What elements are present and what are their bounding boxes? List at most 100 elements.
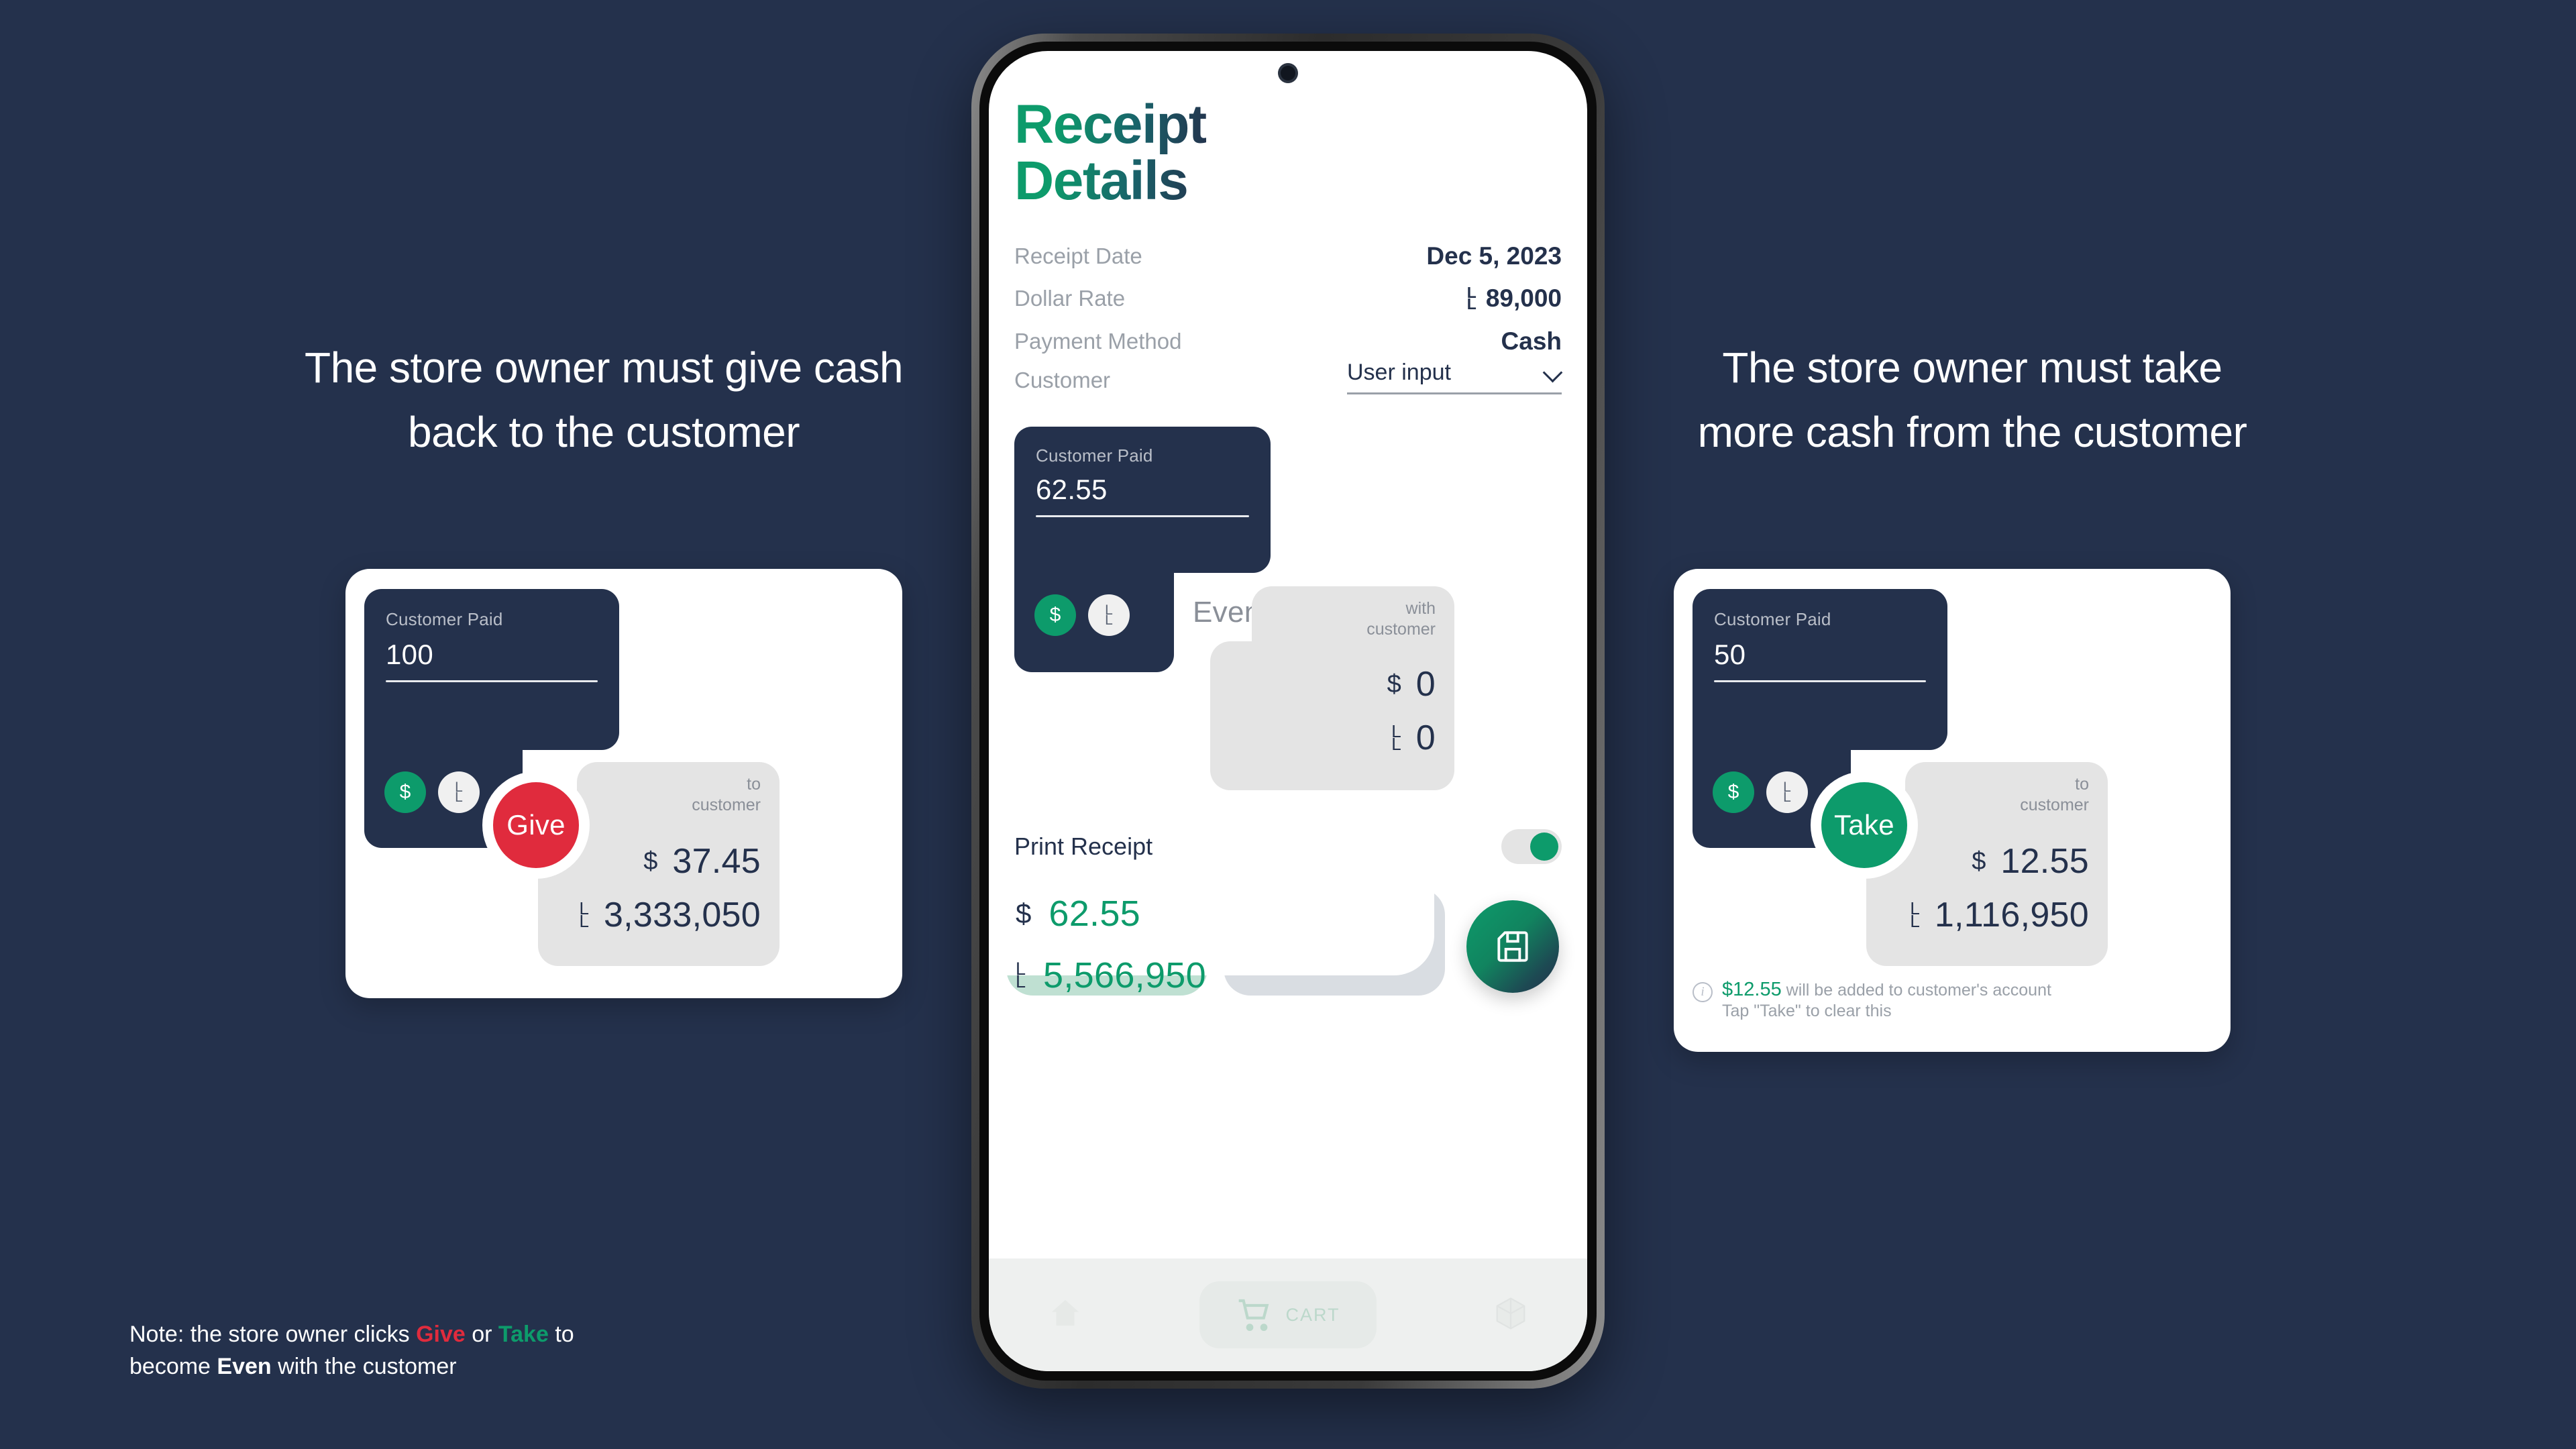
phone-chip-dollar[interactable]: $ <box>1034 594 1076 636</box>
left-amount-lira: 3,333,050 <box>603 896 761 934</box>
take-button[interactable]: Take <box>1821 782 1907 868</box>
lira-icon: LL <box>455 779 463 805</box>
phone-paid-underline <box>1036 515 1249 517</box>
payment-method-label: Payment Method <box>1014 329 1182 354</box>
phone-customer-paid-label: Customer Paid <box>1036 445 1153 466</box>
right-customer-paid-label: Customer Paid <box>1714 609 1831 629</box>
total-row-usd: $ 62.55 <box>1016 893 1140 934</box>
left-chip-dollar[interactable]: $ <box>384 771 426 813</box>
dollar-rate-value-wrap: LL 89,000 <box>1467 284 1562 313</box>
nav-home-icon[interactable] <box>1047 1295 1083 1335</box>
right-customer-paid-block: Customer Paid 50 <box>1693 589 1947 750</box>
phone-amount-panel-lower: $ 0 LL 0 <box>1210 641 1454 790</box>
detail-row-dollar-rate: Dollar Rate LL 89,000 <box>1014 284 1562 313</box>
total-usd: 62.55 <box>1049 894 1140 934</box>
right-amount-lira: 1,116,950 <box>1934 896 2089 934</box>
right-info-note: i $12.55 will be added to customer's acc… <box>1693 979 2217 1022</box>
right-customer-paid-value[interactable]: 50 <box>1714 639 1746 671</box>
customer-label: Customer <box>1014 368 1111 392</box>
note-give-word: Give <box>416 1322 466 1347</box>
phone-amount-row-lira: LL 0 <box>1391 718 1436 758</box>
dollar-icon: $ <box>1727 781 1739 803</box>
dollar-rate-label: Dollar Rate <box>1014 286 1126 311</box>
dollar-icon: $ <box>1049 604 1061 626</box>
chevron-down-icon <box>1544 364 1562 382</box>
detail-row-receipt-date: Receipt Date Dec 5, 2023 <box>1014 242 1562 270</box>
dollar-icon: $ <box>399 781 411 803</box>
right-info-text: $12.55 will be added to customer's accou… <box>1722 979 2051 1021</box>
lira-icon: LL <box>1105 602 1113 628</box>
right-paid-underline <box>1714 680 1926 682</box>
note-take-word: Take <box>498 1322 549 1347</box>
receipt-date-label: Receipt Date <box>1014 244 1142 268</box>
print-receipt-label: Print Receipt <box>1014 833 1153 860</box>
phone-chip-lira[interactable]: LL <box>1088 594 1130 636</box>
lira-icon: LL <box>1466 284 1477 313</box>
page-title: Receipt Details <box>1014 94 1206 211</box>
dollar-rate-value: 89,000 <box>1485 284 1562 312</box>
left-amount-usd: 37.45 <box>672 842 761 881</box>
even-state-label: Even <box>1193 596 1261 629</box>
right-explainer-panel: The store owner must take more cash from… <box>1670 335 2274 464</box>
lira-icon: LL <box>1910 898 1920 931</box>
left-explainer-panel: The store owner must give cash back to t… <box>302 335 906 464</box>
phone-screen: Receipt Details Receipt Date Dec 5, 2023… <box>989 51 1587 1371</box>
right-amount-row-lira: LL 1,116,950 <box>1910 895 2089 935</box>
left-example-card: Customer Paid 100 $ LL to customer $ 37.… <box>345 569 902 998</box>
phone-customer-paid-value[interactable]: 62.55 <box>1036 474 1108 506</box>
save-button[interactable] <box>1466 900 1559 993</box>
cart-icon <box>1239 1299 1269 1332</box>
right-amount-usd: 12.55 <box>2000 842 2089 881</box>
nav-cart-tab[interactable]: CART <box>1199 1281 1377 1348</box>
lira-icon: LL <box>1016 958 1026 991</box>
right-chip-dollar[interactable]: $ <box>1713 771 1754 813</box>
dollar-icon: $ <box>1387 669 1401 698</box>
customer-select[interactable]: User input <box>1347 360 1562 394</box>
dollar-icon: $ <box>643 847 658 875</box>
phone-amount-caption: with customer <box>1366 599 1436 639</box>
total-row-lira: LL 5,566,950 <box>1016 955 1206 996</box>
nav-products-icon[interactable] <box>1493 1295 1529 1335</box>
left-amount-row-lira: LL 3,333,050 <box>579 895 761 935</box>
left-customer-paid-block: Customer Paid 100 <box>364 589 619 750</box>
phone-amount-row-usd: $ 0 <box>1387 664 1436 704</box>
save-icon <box>1497 931 1528 962</box>
lira-icon: LL <box>1391 721 1401 754</box>
print-receipt-toggle[interactable] <box>1501 829 1562 864</box>
left-paid-underline <box>386 680 598 682</box>
left-heading: The store owner must give cash back to t… <box>304 343 904 456</box>
phone-bezel: Receipt Details Receipt Date Dec 5, 2023… <box>979 42 1597 1381</box>
phone-amount-lira: 0 <box>1415 718 1436 757</box>
give-button[interactable]: Give <box>493 782 579 868</box>
bottom-note: Note: the store owner clicks Give or Tak… <box>129 1322 574 1379</box>
left-amount-caption: to customer <box>692 775 761 814</box>
left-chip-lira[interactable]: LL <box>438 771 480 813</box>
dollar-icon: $ <box>1016 898 1032 929</box>
right-heading: The store owner must take more cash from… <box>1697 343 2247 456</box>
right-example-card: Customer Paid 50 $ LL to customer $ 12.5… <box>1674 569 2231 1052</box>
lira-icon: LL <box>579 898 589 931</box>
toggle-knob <box>1530 833 1558 861</box>
lira-icon: LL <box>1783 779 1791 805</box>
nav-cart-label: CART <box>1285 1304 1340 1325</box>
right-chip-lira[interactable]: LL <box>1766 771 1808 813</box>
left-amount-row-usd: $ 37.45 <box>643 841 761 881</box>
right-info-amount: $12.55 <box>1722 979 1782 1000</box>
phone-amount-usd: 0 <box>1415 665 1436 704</box>
note-even-word: Even <box>217 1354 272 1379</box>
camera-icon <box>1281 66 1295 80</box>
detail-row-payment-method: Payment Method Cash <box>1014 327 1562 356</box>
phone-frame: Receipt Details Receipt Date Dec 5, 2023… <box>971 34 1605 1389</box>
customer-select-value: User input <box>1347 360 1451 385</box>
screenshot-root: The store owner must give cash back to t… <box>0 0 2576 1449</box>
total-lira: 5,566,950 <box>1043 955 1206 996</box>
right-amount-caption: to customer <box>2020 775 2089 814</box>
receipt-date-value: Dec 5, 2023 <box>1426 242 1562 270</box>
payment-method-value: Cash <box>1501 327 1562 355</box>
dollar-icon: $ <box>1972 847 1986 875</box>
bottom-nav: CART <box>989 1258 1587 1371</box>
right-amount-row-usd: $ 12.55 <box>1972 841 2089 881</box>
left-customer-paid-label: Customer Paid <box>386 609 503 629</box>
info-icon: i <box>1693 982 1713 1002</box>
left-customer-paid-value[interactable]: 100 <box>386 639 433 671</box>
